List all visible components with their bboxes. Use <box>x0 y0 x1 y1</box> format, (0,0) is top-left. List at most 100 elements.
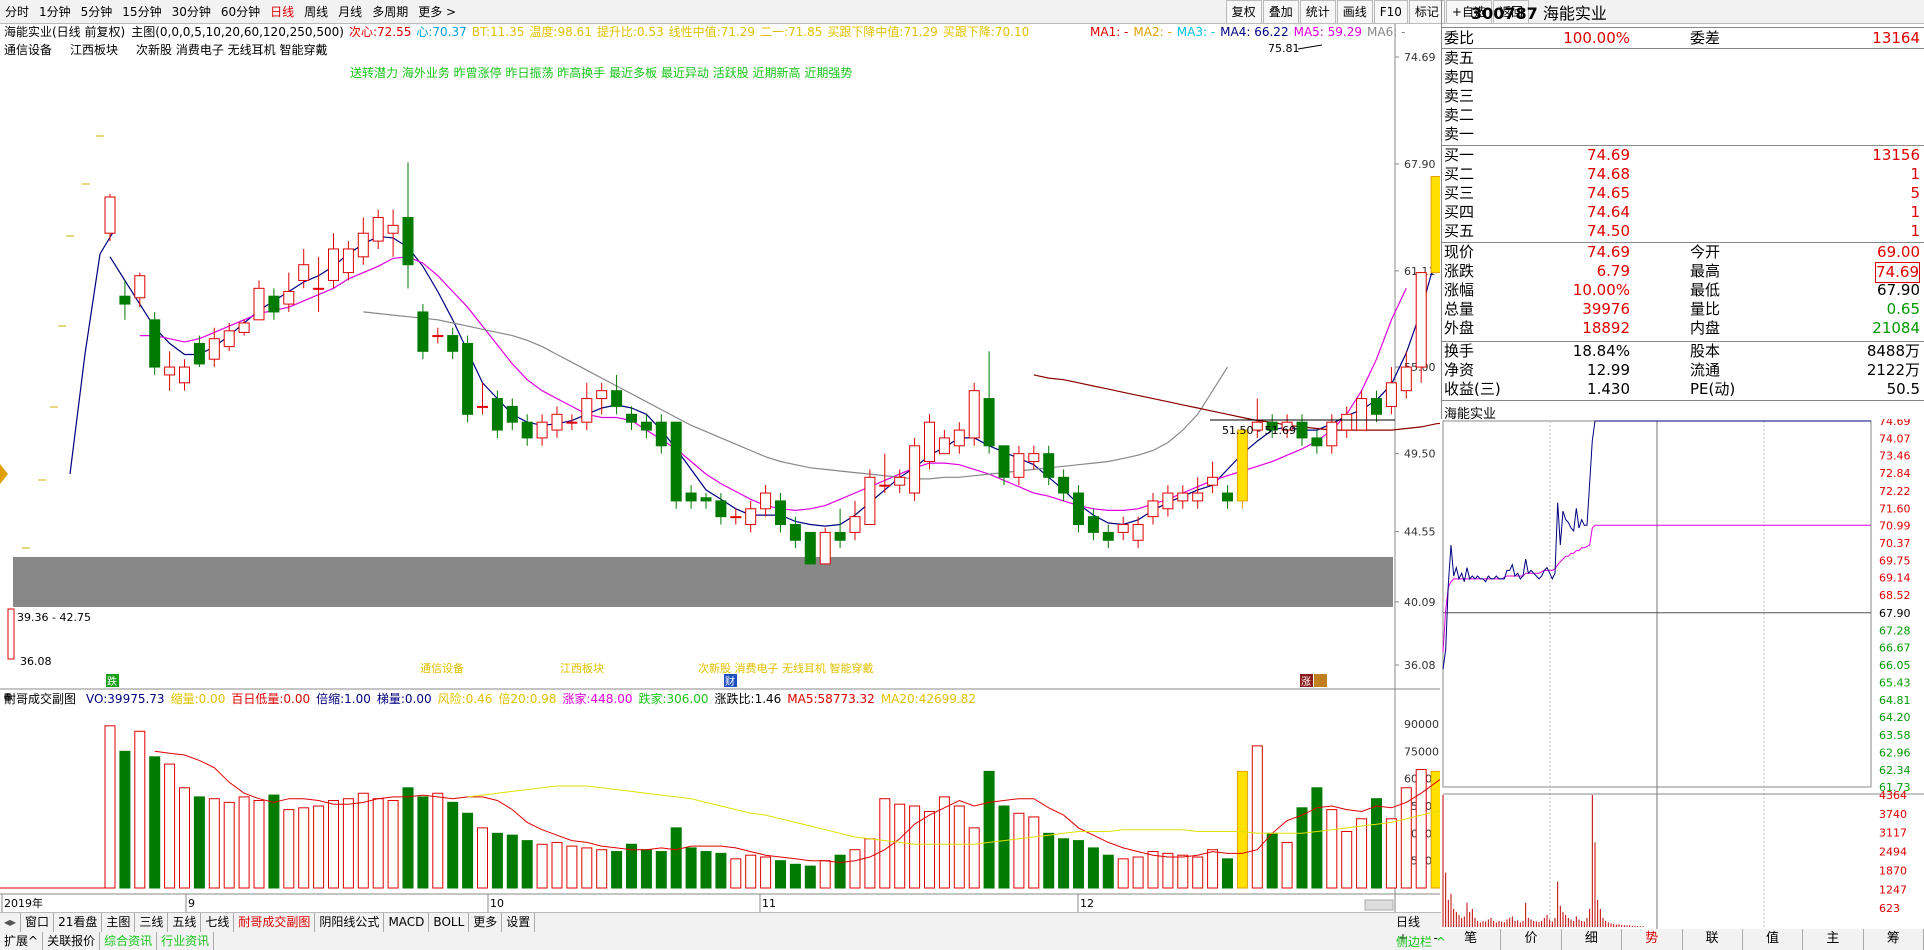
candle-body[interactable] <box>1400 366 1412 392</box>
candle-body[interactable] <box>730 516 742 519</box>
candle-body[interactable] <box>715 500 727 518</box>
volume-bar[interactable] <box>1236 770 1248 889</box>
sheet-tab[interactable]: 阴阳线公式 <box>315 913 385 932</box>
candle-body[interactable] <box>1162 492 1174 510</box>
candle-body[interactable] <box>193 342 205 365</box>
candle-body[interactable] <box>491 398 503 431</box>
candle-body[interactable] <box>864 476 876 526</box>
volume-bar[interactable] <box>1102 854 1114 889</box>
candle-body[interactable] <box>432 335 444 338</box>
candle-body[interactable] <box>1311 437 1323 447</box>
volume-bar[interactable] <box>1073 840 1084 889</box>
candle-body[interactable] <box>849 516 861 533</box>
candle-body[interactable] <box>1177 492 1189 502</box>
volume-bar[interactable] <box>1117 858 1129 889</box>
candle-body[interactable] <box>462 342 474 415</box>
period-tab[interactable]: 周线 <box>299 0 333 24</box>
volume-bar[interactable] <box>313 805 325 889</box>
volume-bar[interactable] <box>1028 816 1040 889</box>
candle-body[interactable] <box>477 405 488 408</box>
candle-body[interactable] <box>953 429 965 447</box>
volume-bar[interactable] <box>1371 798 1382 889</box>
volume-bar[interactable] <box>730 858 742 889</box>
candle-body[interactable] <box>551 413 563 431</box>
sheet-tab[interactable]: 21看盘 <box>54 913 103 932</box>
candle-body[interactable] <box>685 492 697 502</box>
candle-body[interactable] <box>834 531 846 541</box>
candle-body[interactable] <box>1087 516 1099 533</box>
info-tab[interactable]: 关联报价 <box>43 932 101 950</box>
candle-body[interactable] <box>1222 492 1233 502</box>
info-tab[interactable]: 综合资讯 <box>100 932 158 950</box>
volume-bar[interactable] <box>1415 769 1427 889</box>
candle-body[interactable] <box>134 275 146 299</box>
volume-bar[interactable] <box>1177 854 1189 889</box>
volume-bar[interactable] <box>357 792 369 889</box>
info-tab[interactable]: 行业资讯 <box>157 932 215 950</box>
candle-body[interactable] <box>760 492 772 510</box>
candle-body[interactable] <box>208 338 220 360</box>
candle-body[interactable] <box>700 497 712 502</box>
volume-bar[interactable] <box>1281 841 1293 889</box>
candle-body[interactable] <box>1102 531 1114 541</box>
candle-body[interactable] <box>1371 398 1382 415</box>
volume-bar[interactable] <box>283 809 295 889</box>
volume-bar[interactable] <box>432 792 444 889</box>
tool-button[interactable]: 统计 <box>1299 0 1336 24</box>
candle-body[interactable] <box>1385 382 1397 407</box>
volume-bar[interactable] <box>700 851 712 889</box>
mini-tab[interactable]: 值 <box>1743 929 1804 950</box>
volume-bar[interactable] <box>462 812 474 889</box>
candle-body[interactable] <box>1028 453 1040 463</box>
candle-body[interactable] <box>119 295 131 305</box>
volume-bar[interactable] <box>804 865 816 889</box>
volume-bar[interactable] <box>1311 787 1323 889</box>
sheet-tab[interactable]: 三线 <box>135 913 169 932</box>
sheet-tab[interactable]: 设置 <box>502 913 536 932</box>
sheet-tab[interactable]: 耐哥成交副图 <box>234 913 316 932</box>
candle-body[interactable] <box>1192 492 1204 502</box>
candle-body[interactable] <box>1430 176 1440 274</box>
volume-bar[interactable] <box>596 849 608 889</box>
period-tab[interactable]: 更多 > <box>413 0 461 24</box>
candle-body[interactable] <box>596 390 608 400</box>
mini-tab[interactable]: 联 <box>1683 929 1743 950</box>
volume-bar[interactable] <box>1162 852 1174 889</box>
volume-bar[interactable] <box>1326 809 1338 889</box>
candle-body[interactable] <box>417 311 429 352</box>
candle-body[interactable] <box>1073 492 1084 526</box>
sidebar-toggle[interactable]: 侧边栏 ^ <box>1396 933 1446 950</box>
period-tab[interactable]: 30分钟 <box>167 0 216 24</box>
period-tab[interactable]: 多周期 <box>367 0 413 24</box>
volume-bar[interactable] <box>775 860 786 889</box>
candle-body[interactable] <box>894 476 906 486</box>
sheet-tab[interactable]: MACD <box>384 913 430 932</box>
candle-body[interactable] <box>581 398 593 423</box>
volume-bar[interactable] <box>342 798 354 889</box>
volume-bar[interactable] <box>1222 858 1233 889</box>
candle-body[interactable] <box>104 196 116 234</box>
candle-body[interactable] <box>1132 524 1144 541</box>
candle-body[interactable] <box>357 232 369 258</box>
volume-bar[interactable] <box>640 849 652 889</box>
volume-bar[interactable] <box>551 841 563 889</box>
volume-bar[interactable] <box>1132 856 1144 889</box>
candle-body[interactable] <box>804 531 816 565</box>
candle-body[interactable] <box>1207 476 1219 486</box>
candle-body[interactable] <box>536 421 548 439</box>
volume-bar[interactable] <box>149 756 161 889</box>
scroll-handle[interactable] <box>1364 899 1394 911</box>
candle-body[interactable] <box>968 390 980 439</box>
intraday-chart[interactable]: 74.69 74.07 73.46 72.84 72.22 71.60 70.99 70.37… <box>1441 419 1924 929</box>
volume-bar[interactable] <box>208 798 220 889</box>
volume-bar[interactable] <box>924 810 935 889</box>
candle-body[interactable] <box>1415 272 1427 368</box>
volume-bar[interactable] <box>193 796 205 889</box>
volume-bar[interactable] <box>417 796 429 889</box>
mini-tab[interactable]: 价 <box>1501 929 1562 950</box>
candle-body[interactable] <box>387 224 399 234</box>
sheet-tab[interactable]: BOLL <box>429 913 470 932</box>
candle-body[interactable] <box>924 421 935 463</box>
volume-bar[interactable] <box>581 847 593 889</box>
candle-body[interactable] <box>1013 453 1025 478</box>
